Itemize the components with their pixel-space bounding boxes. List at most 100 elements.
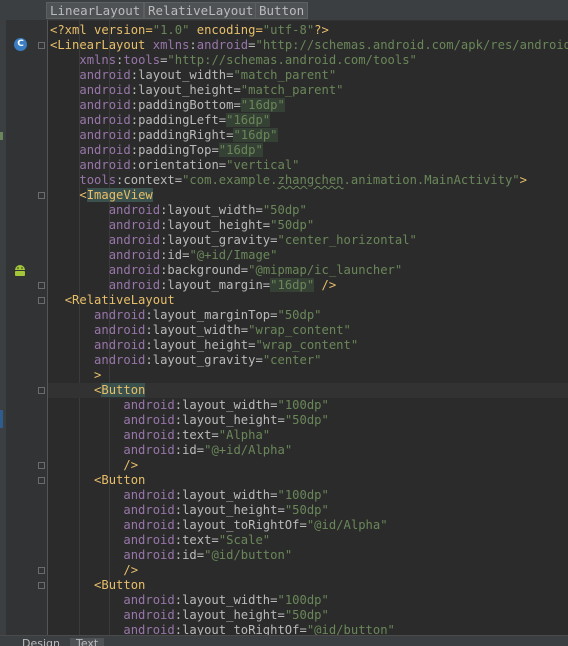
fold-marker-icon[interactable]: [38, 582, 45, 589]
code-token: android: [123, 593, 175, 607]
code-line[interactable]: android:layout_height="50dp": [48, 608, 568, 623]
code-line[interactable]: android:layout_height="50dp": [48, 218, 568, 233]
code-token: tools: [79, 173, 117, 187]
code-token: android: [108, 263, 161, 277]
code-token: "100dp": [277, 398, 329, 412]
fold-marker-icon[interactable]: [38, 477, 45, 484]
code-token: :paddingTop=: [130, 143, 219, 157]
code-token: android: [94, 323, 146, 337]
code-token: :layout_height=: [174, 608, 285, 622]
code-token: android: [79, 98, 131, 112]
code-token: android: [123, 548, 175, 562]
code-token: :id=: [174, 548, 205, 562]
code-token: android: [94, 308, 146, 322]
code-line[interactable]: android:paddingTop="16dp": [48, 143, 568, 158]
code-line[interactable]: android:orientation="vertical": [48, 158, 568, 173]
code-line[interactable]: android:layout_toRightOf="@id/button": [48, 623, 568, 635]
code-line[interactable]: >: [48, 368, 568, 383]
code-line[interactable]: tools:context="com.example.zhangchen.ani…: [48, 173, 568, 188]
code-token: tools: [123, 53, 161, 67]
code-line[interactable]: android:layout_width="match_parent": [48, 68, 568, 83]
code-token: zhangchen: [277, 173, 344, 187]
fold-marker-icon[interactable]: [38, 282, 45, 289]
code-token: "match_parent": [233, 68, 337, 82]
code-token: "com.example.: [182, 173, 278, 187]
code-line[interactable]: />: [48, 458, 568, 473]
code-line[interactable]: android:layout_gravity="center_horizonta…: [48, 233, 568, 248]
code-token: xmlns: [152, 38, 190, 52]
code-token: :layout_width=: [160, 203, 263, 217]
code-line[interactable]: android:layout_width="100dp": [48, 593, 568, 608]
code-line[interactable]: <LinearLayout xmlns:android="http://sche…: [48, 38, 568, 53]
code-token: <Button: [94, 473, 146, 487]
fold-marker-icon[interactable]: [38, 192, 45, 199]
code-token: :layout_height=: [145, 338, 256, 352]
code-line[interactable]: android:layout_height="50dp": [48, 413, 568, 428]
android-icon[interactable]: [13, 264, 27, 277]
code-line[interactable]: android:text="Alpha": [48, 428, 568, 443]
code-token: :layout_width=: [145, 323, 249, 337]
code-line[interactable]: <Button: [48, 473, 568, 488]
code-line[interactable]: android:paddingRight="16dp": [48, 128, 568, 143]
code-line[interactable]: <?xml version="1.0" encoding="utf-8"?>: [48, 23, 568, 38]
code-token: :: [189, 38, 197, 52]
code-token: :layout_width=: [174, 593, 278, 607]
code-token: "50dp": [262, 203, 307, 217]
code-line[interactable]: android:layout_height="50dp": [48, 503, 568, 518]
code-token: <Button: [94, 578, 146, 592]
code-line[interactable]: android:layout_width="50dp": [48, 203, 568, 218]
code-token: android: [108, 278, 161, 292]
code-line[interactable]: android:id="@+id/Alpha": [48, 443, 568, 458]
code-line[interactable]: android:layout_toRightOf="@id/Alpha": [48, 518, 568, 533]
code-line[interactable]: <RelativeLayout: [48, 293, 568, 308]
code-token: :paddingRight=: [130, 128, 234, 142]
code-line[interactable]: android:paddingBottom="16dp": [48, 98, 568, 113]
code-line[interactable]: android:layout_height="match_parent": [48, 83, 568, 98]
code-line[interactable]: android:layout_width="wrap_content": [48, 323, 568, 338]
code-token: :id=: [174, 443, 205, 457]
code-line[interactable]: android:layout_width="100dp": [48, 488, 568, 503]
code-line[interactable]: android:layout_width="100dp": [48, 398, 568, 413]
fold-marker-icon[interactable]: [38, 567, 45, 574]
code-line[interactable]: xmlns:tools="http://schemas.android.com/…: [48, 53, 568, 68]
code-token: :layout_gravity=: [145, 353, 263, 367]
code-token: "@mipmap/ic_launcher": [248, 263, 403, 277]
code-line[interactable]: android:text="Scale": [48, 533, 568, 548]
code-token: "Alpha": [218, 428, 271, 442]
code-line[interactable]: android:paddingLeft="16dp": [48, 113, 568, 128]
code-line[interactable]: android:id="@+id/Image": [48, 248, 568, 263]
breadcrumb-button[interactable]: Button: [255, 2, 309, 19]
code-line[interactable]: android:layout_gravity="center": [48, 353, 568, 368]
code-token: <LinearLayout: [50, 38, 153, 52]
fold-marker-icon[interactable]: [38, 297, 45, 304]
code-token: />: [123, 458, 139, 472]
breadcrumb-linearlayout[interactable]: LinearLayout: [46, 2, 145, 19]
code-token: "Scale": [218, 533, 271, 547]
code-token: <: [79, 188, 87, 202]
code-token: android: [196, 38, 249, 52]
code-line[interactable]: android:layout_margin="16dp" />: [48, 278, 568, 293]
code-line[interactable]: <Button: [48, 578, 568, 593]
code-line[interactable]: />: [48, 563, 568, 578]
code-token: :layout_width=: [174, 488, 278, 502]
code-line[interactable]: android:id="@id/button": [48, 548, 568, 563]
code-line[interactable]: android:layout_height="wrap_content": [48, 338, 568, 353]
code-token: "50dp": [270, 218, 315, 232]
code-token: "50dp": [284, 503, 329, 517]
breadcrumb-relativelayout[interactable]: RelativeLayout: [144, 2, 258, 19]
code-token: :paddingBottom=: [130, 98, 241, 112]
code-line[interactable]: <Button: [48, 383, 568, 398]
code-line[interactable]: <ImageView: [48, 188, 568, 203]
fold-marker-icon[interactable]: [38, 387, 45, 394]
class-icon[interactable]: C: [14, 38, 27, 51]
code-token: "@id/button": [204, 548, 293, 562]
code-token: android: [123, 518, 175, 532]
code-line[interactable]: android:layout_marginTop="50dp": [48, 308, 568, 323]
code-editor[interactable]: <?xml version="1.0" encoding="utf-8"?> <L…: [48, 20, 568, 635]
code-token: "utf-8": [262, 23, 315, 37]
code-token: :layout_marginTop=: [145, 308, 278, 322]
code-line[interactable]: android:background="@mipmap/ic_launcher": [48, 263, 568, 278]
fold-marker-icon[interactable]: [38, 462, 45, 469]
fold-marker-icon[interactable]: [38, 42, 45, 49]
code-token: "center_horizontal": [277, 233, 417, 247]
